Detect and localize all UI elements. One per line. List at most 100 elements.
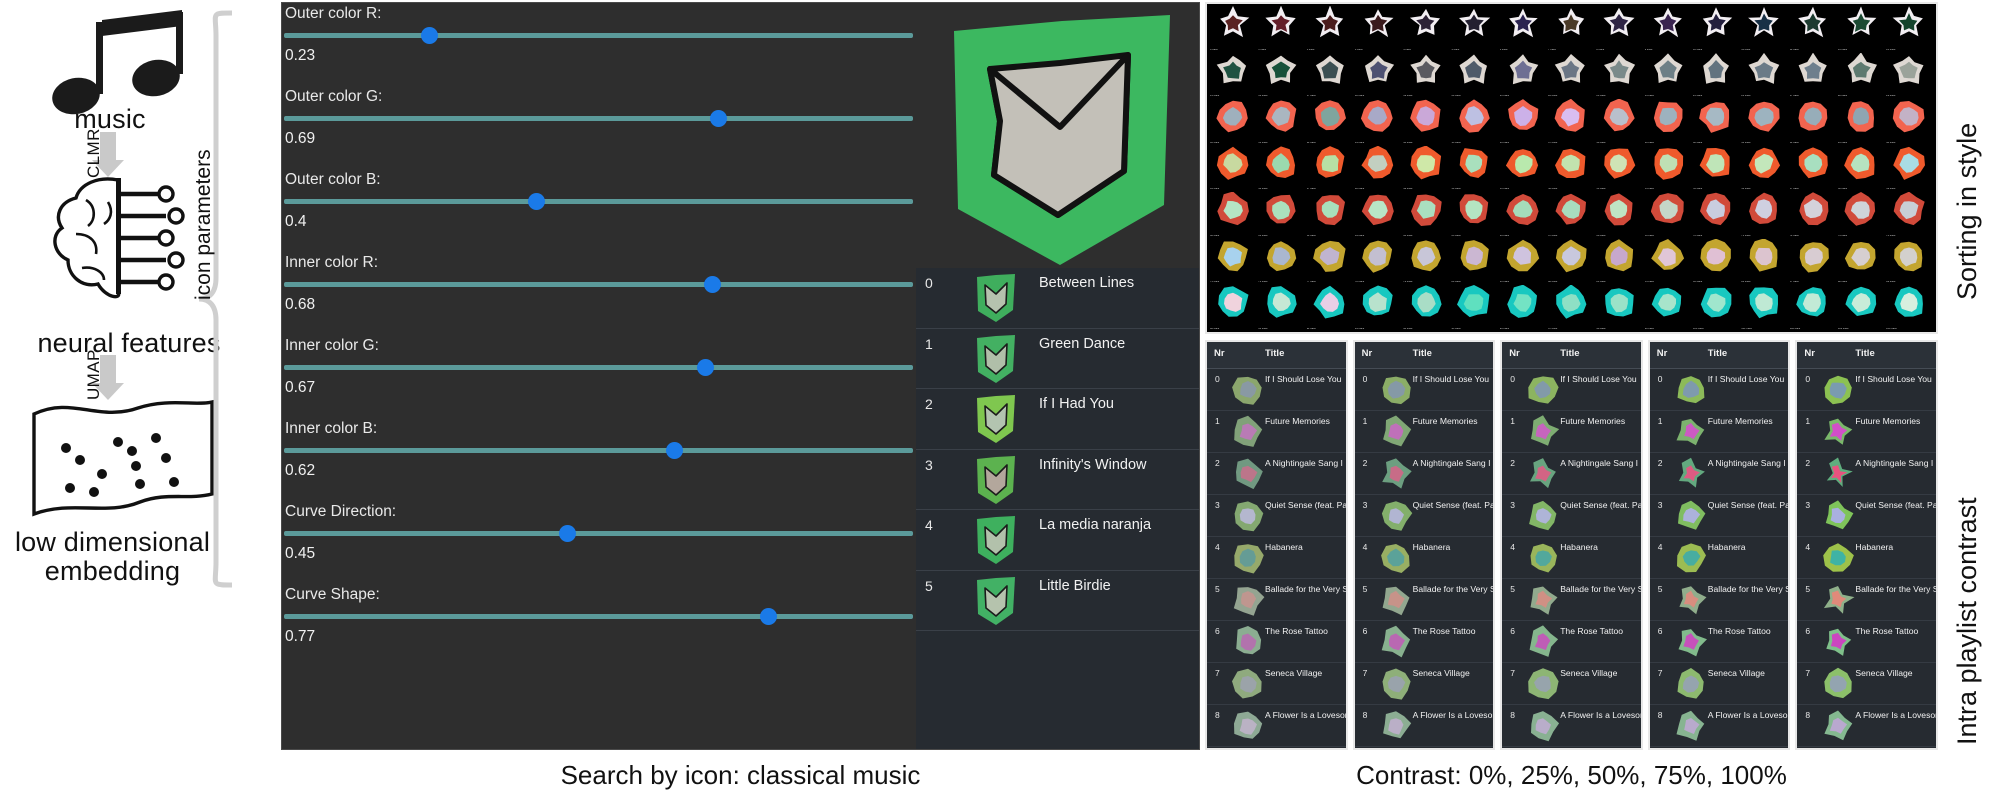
grid-icon-cell[interactable]: 50 track [1450, 146, 1498, 193]
grid-icon-cell[interactable]: 63 track [1354, 192, 1402, 239]
grid-icon-cell[interactable]: 94 track [1402, 285, 1450, 332]
grid-icon-cell[interactable]: 2 track [1306, 6, 1354, 53]
grid-icon-cell[interactable]: 68 track [1595, 192, 1643, 239]
slider-track[interactable] [284, 531, 913, 536]
contrast-row[interactable]: 1 Future Memories [1797, 411, 1936, 453]
contrast-row[interactable]: 2 A Nightingale Sang I [1354, 453, 1494, 495]
grid-icon-cell[interactable]: 8 track [1595, 6, 1643, 53]
contrast-row[interactable]: 3 Quiet Sense (feat. Pa [1797, 495, 1936, 537]
contrast-row[interactable]: 6 The Rose Tattoo [1207, 621, 1346, 663]
grid-icon-cell[interactable]: 45 track [1209, 146, 1257, 193]
playlist-row[interactable]: 2 If I Had You [916, 389, 1199, 450]
playlist-row[interactable]: 1 Green Dance [916, 329, 1199, 389]
grid-icon-cell[interactable]: 6 track [1499, 6, 1547, 53]
grid-icon-cell[interactable]: 88 track [1837, 239, 1885, 286]
grid-icon-cell[interactable]: 16 track [1257, 53, 1305, 100]
grid-icon-cell[interactable]: 79 track [1402, 239, 1450, 286]
grid-icon-cell[interactable]: 90 track [1209, 285, 1257, 332]
grid-icon-cell[interactable]: 43 track [1837, 99, 1885, 146]
grid-icon-cell[interactable]: 77 track [1306, 239, 1354, 286]
grid-icon-cell[interactable]: 103 track [1837, 285, 1885, 332]
slider-thumb[interactable] [697, 359, 715, 376]
grid-icon-cell[interactable]: 10 track [1692, 6, 1740, 53]
contrast-row[interactable]: 2 A Nightingale Sang I [1207, 453, 1346, 495]
slider-track[interactable] [284, 116, 913, 121]
search-results-playlist[interactable]: 0 Between Lines 1 Green Dance 2 If I Had You 3… [916, 268, 1199, 749]
grid-icon-cell[interactable]: 7 track [1547, 6, 1595, 53]
contrast-row[interactable]: 7 Seneca Village [1207, 663, 1346, 705]
contrast-row[interactable]: 3 Quiet Sense (feat. Pa [1354, 495, 1493, 537]
grid-icon-cell[interactable]: 22 track [1547, 53, 1595, 100]
contrast-row[interactable]: 6 The Rose Tattoo [1354, 621, 1494, 663]
contrast-row[interactable]: 4 Habanera [1354, 537, 1494, 579]
slider-thumb[interactable] [420, 27, 438, 44]
slider-track[interactable] [284, 199, 913, 204]
grid-icon-cell[interactable]: 37 track [1547, 99, 1595, 146]
contrast-row[interactable]: 4 Habanera [1502, 537, 1641, 579]
grid-icon-cell[interactable]: 12 track [1789, 6, 1837, 53]
contrast-row[interactable]: 5 Ballade for the Very S [1354, 579, 1493, 621]
grid-icon-cell[interactable]: 64 track [1402, 192, 1450, 239]
playlist-row[interactable]: 5 Little Birdie [916, 571, 1199, 631]
grid-icon-cell[interactable]: 100 track [1692, 285, 1740, 332]
grid-icon-cell[interactable]: 99 track [1644, 285, 1692, 332]
grid-icon-cell[interactable]: 46 track [1257, 145, 1305, 193]
contrast-row[interactable]: 5 Ballade for the Very S [1502, 579, 1641, 621]
slider-6[interactable]: Curve Direction: 0.45 [282, 501, 916, 584]
grid-icon-cell[interactable]: 71 track [1740, 192, 1788, 239]
contrast-row[interactable]: 0 If I Should Lose You [1502, 369, 1641, 411]
grid-icon-cell[interactable]: 33 track [1354, 99, 1402, 146]
grid-icon-cell[interactable]: 23 track [1595, 53, 1643, 100]
grid-icon-cell[interactable]: 25 track [1692, 52, 1740, 100]
grid-icon-cell[interactable]: 67 track [1547, 192, 1595, 239]
grid-icon-cell[interactable]: 70 track [1692, 192, 1740, 239]
grid-icon-cell[interactable]: 102 track [1789, 285, 1837, 332]
grid-icon-cell[interactable]: 38 track [1595, 99, 1643, 146]
grid-icon-cell[interactable]: 41 track [1740, 99, 1788, 146]
grid-icon-cell[interactable]: 61 track [1257, 192, 1305, 239]
grid-icon-cell[interactable]: 4 track [1402, 6, 1450, 53]
grid-icon-cell[interactable]: 21 track [1499, 53, 1547, 100]
grid-icon-cell[interactable]: 52 track [1547, 146, 1595, 193]
grid-icon-cell[interactable]: 76 track [1257, 239, 1305, 286]
contrast-row[interactable]: 5 Ballade for the Very S [1207, 579, 1346, 621]
grid-icon-cell[interactable]: 56 track [1740, 146, 1788, 193]
grid-icon-cell[interactable]: 18 track [1354, 53, 1402, 100]
playlist-row[interactable]: 4 La media naranja [916, 510, 1199, 571]
contrast-row[interactable]: 3 Quiet Sense (feat. Pa [1502, 495, 1641, 537]
grid-icon-cell[interactable]: 35 track [1450, 99, 1498, 146]
grid-icon-cell[interactable]: 95 track [1450, 285, 1498, 332]
contrast-row[interactable]: 0 If I Should Lose You [1354, 369, 1494, 411]
contrast-row[interactable]: 7 Seneca Village [1797, 663, 1936, 705]
contrast-row[interactable]: 8 A Flower Is a Lovesor [1354, 705, 1493, 747]
contrast-panel-0pct[interactable]: Nr Title 0 If I Should Lose You 1 Future Memo… [1205, 340, 1348, 750]
slider-track[interactable] [284, 614, 913, 619]
slider-2[interactable]: Outer color B: 0.4 [282, 169, 916, 252]
contrast-row[interactable]: 2 A Nightingale Sang I [1649, 453, 1789, 495]
contrast-panel-100pct[interactable]: Nr Title 0 If I Should Lose You 1 Future Memo… [1795, 340, 1938, 750]
slider-1[interactable]: Outer color G: 0.69 [282, 86, 916, 169]
grid-icon-cell[interactable]: 47 track [1306, 145, 1354, 193]
slider-3[interactable]: Inner color R: 0.68 [282, 252, 916, 335]
contrast-row[interactable]: 8 A Flower Is a Lovesor [1207, 705, 1346, 747]
grid-icon-cell[interactable]: 26 track [1740, 52, 1788, 100]
grid-icon-cell[interactable]: 0 track [1209, 6, 1257, 53]
grid-icon-cell[interactable]: 98 track [1595, 285, 1643, 332]
contrast-row[interactable]: 7 Seneca Village [1649, 663, 1789, 705]
slider-thumb[interactable] [527, 193, 545, 210]
grid-icon-cell[interactable]: 5 track [1450, 6, 1498, 53]
playlist-row[interactable]: 0 Between Lines [916, 268, 1199, 329]
grid-icon-cell[interactable]: 9 track [1644, 6, 1692, 53]
slider-track[interactable] [284, 33, 913, 38]
contrast-row[interactable]: 0 If I Should Lose You [1797, 369, 1936, 411]
contrast-row[interactable]: 5 Ballade for the Very S [1649, 579, 1788, 621]
grid-icon-cell[interactable]: 86 track [1740, 238, 1788, 286]
contrast-row[interactable]: 6 The Rose Tattoo [1649, 621, 1789, 663]
slider-track[interactable] [284, 448, 913, 453]
grid-icon-cell[interactable]: 89 track [1885, 239, 1933, 286]
grid-icon-cell[interactable]: 49 track [1402, 145, 1450, 193]
grid-icon-cell[interactable]: 92 track [1306, 285, 1354, 332]
slider-track[interactable] [284, 365, 913, 370]
grid-icon-cell[interactable]: 60 track [1209, 192, 1257, 239]
contrast-row[interactable]: 4 Habanera [1207, 537, 1346, 579]
